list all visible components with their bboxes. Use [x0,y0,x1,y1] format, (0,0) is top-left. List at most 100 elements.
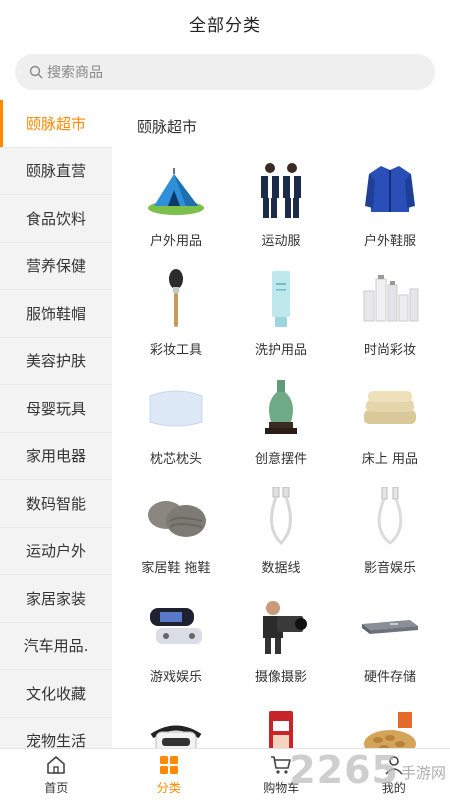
sidebar-item-culture[interactable]: 文化收藏 [0,670,112,718]
subcategory-label: 摄像摄影 [254,670,307,685]
tab-label: 分类 [156,781,181,795]
subcategory-item[interactable] [334,703,446,748]
sidebar-item-label: 美容护肤 [25,352,86,371]
search-placeholder: 搜索商品 [47,65,103,81]
cosmetics-set-image [358,267,422,331]
hard-drive-image [358,594,422,658]
bottom-tab-bar: 首页 分类 购物车 我的 [0,748,450,800]
sidebar-item-yimai-direct[interactable]: 颐脉直营 [0,148,112,195]
grid-icon [157,753,181,777]
top-bar: 全部分类 [0,0,450,46]
sidebar-item-digital[interactable]: 数码智能 [0,480,112,528]
audio-cable-image [358,485,422,549]
subcategory-label: 家居鞋 拖鞋 [141,561,211,576]
folded-blanket-image [358,376,422,440]
subcategory-label: 硬件存储 [363,670,416,685]
sidebar-item-label: 汽车用品. [23,637,89,656]
sidebar-item-label: 家用电器 [25,447,86,466]
tab-label: 首页 [44,781,69,795]
cart-icon [269,753,293,777]
search-bar[interactable]: 搜索商品 [15,54,435,90]
subcategory-item[interactable]: 创意摆件 [225,376,337,485]
slippers-image [144,485,208,549]
sidebar-item-food-drinks[interactable]: 食品饮料 [0,195,112,243]
subcategory-label: 彩妆工具 [149,343,202,358]
subcategory-label: 床上 用品 [361,452,419,467]
subcategory-item[interactable]: 影音娱乐 [334,485,446,594]
subcategory-label: 创意摆件 [254,452,307,467]
sidebar-item-home[interactable]: 家居家装 [0,575,112,623]
subcategory-item[interactable]: 洗护用品 [225,267,337,376]
subcategory-item[interactable]: 摄像摄影 [225,594,337,703]
subcategory-label: 时尚彩妆 [363,343,416,358]
tab-cart[interactable]: 购物车 [225,749,338,800]
section-title: 颐脉超市 [137,118,198,136]
home-icon [44,753,68,777]
sidebar-item-label: 数码智能 [25,494,86,513]
sidebar-item-label: 文化收藏 [25,684,86,703]
video-camera-image [249,594,313,658]
tab-profile[interactable]: 我的 [338,749,450,800]
subcategory-label: 户外鞋服 [363,234,416,249]
sidebar-item-label: 食品饮料 [25,209,86,228]
sidebar-item-appliances[interactable]: 家用电器 [0,433,112,480]
sidebar-item-label: 母婴玩具 [25,399,86,418]
subcategory-label: 游戏娱乐 [149,670,202,685]
subcategory-label: 户外用品 [149,234,202,249]
sidebar-item-yimai-supermarket[interactable]: 颐脉超市 [0,100,112,148]
game-console-image [144,594,208,658]
nuts-image [358,703,422,748]
subcategory-item[interactable]: 户外用品 [120,158,232,267]
subcategory-item[interactable]: 枕芯枕头 [120,376,232,485]
milk-powder-image [249,703,313,748]
subcategory-label: 影音娱乐 [363,561,416,576]
sidebar-item-label: 运动户外 [25,542,86,561]
sidebar-item-label: 家居家装 [25,589,86,608]
tab-home[interactable]: 首页 [0,749,113,800]
subcategory-item[interactable]: 游戏娱乐 [120,594,232,703]
subcategory-item[interactable]: 户外鞋服 [334,158,446,267]
subcategory-item[interactable]: 运动服 [225,158,337,267]
sidebar-item-label: 营养保健 [25,257,86,276]
sidebar-item-nutrition[interactable]: 营养保健 [0,243,112,290]
user-icon [382,753,406,777]
search-icon [29,65,43,79]
usb-cable-image [249,485,313,549]
sidebar-item-label: 服饰鞋帽 [25,304,86,323]
cleanser-tube-image [249,267,313,331]
subcategory-item[interactable]: 时尚彩妆 [334,267,446,376]
sidebar-item-label: 宠物生活 [25,732,86,748]
subcategory-item[interactable]: 硬件存储 [334,594,446,703]
subcategory-label: 运动服 [261,234,301,249]
sportswear-image [249,158,313,222]
sidebar-item-pets[interactable]: 宠物生活 [0,718,112,748]
vr-headset-image [144,703,208,748]
makeup-brush-image [144,267,208,331]
tab-category[interactable]: 分类 [113,749,226,800]
sidebar-item-baby-toys[interactable]: 母婴玩具 [0,385,112,433]
jacket-image [358,158,422,222]
pillow-image [144,376,208,440]
subcategory-label: 洗护用品 [254,343,307,358]
subcategory-item[interactable] [225,703,337,748]
subcategory-label: 数据线 [261,561,301,576]
tab-label: 购物车 [263,781,300,795]
vase-image [249,376,313,440]
subcategory-item[interactable]: 彩妆工具 [120,267,232,376]
tab-label: 我的 [381,781,406,795]
sidebar-item-auto[interactable]: 汽车用品. [0,623,112,670]
subcategory-item[interactable] [120,703,232,748]
page-title: 全部分类 [189,15,261,36]
tent-image [144,158,208,222]
sidebar-item-beauty[interactable]: 美容护肤 [0,338,112,385]
sidebar-item-label: 颐脉超市 [25,114,86,133]
sidebar-item-outdoor[interactable]: 运动户外 [0,528,112,575]
sidebar-item-label: 颐脉直营 [25,162,86,181]
subcategory-item[interactable]: 数据线 [225,485,337,594]
subcategory-item[interactable]: 床上 用品 [334,376,446,485]
sidebar-item-apparel[interactable]: 服饰鞋帽 [0,290,112,338]
category-sidebar[interactable]: 颐脉超市 颐脉直营 食品饮料 营养保健 服饰鞋帽 美容护肤 母婴玩具 家用电器 … [0,100,112,748]
subcategory-item[interactable]: 家居鞋 拖鞋 [120,485,232,594]
category-content: 颐脉超市 户外用品 运动服 户外鞋服 彩妆工具 洗护用品 时尚彩妆 枕芯枕头 创… [112,100,450,748]
subcategory-label: 枕芯枕头 [149,452,202,467]
